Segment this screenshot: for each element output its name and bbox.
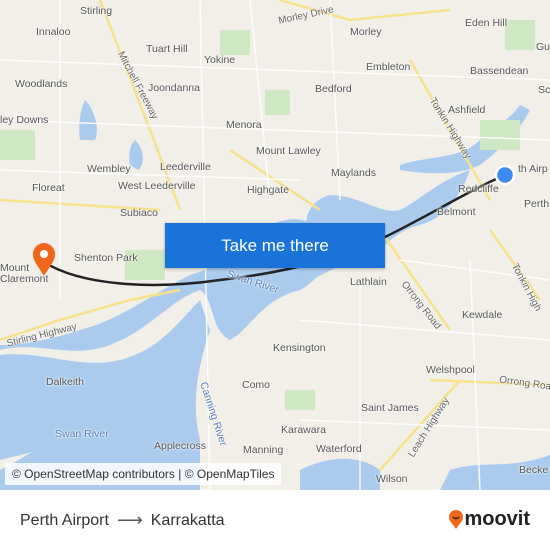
map-label: Bassendean (470, 65, 529, 77)
destination-name: Karrakatta (150, 511, 225, 529)
map-label: Floreat (32, 182, 65, 194)
map-label: Sc (538, 84, 550, 96)
map-label: West Leederville (118, 180, 196, 192)
moovit-pin-icon (449, 509, 464, 529)
arrow-right-icon: ⟶ (116, 510, 143, 530)
map-label: Manning (243, 444, 284, 456)
map-label: Ashfield (448, 104, 486, 116)
map-label: th Airp (518, 163, 548, 175)
map-label: Perth (524, 198, 550, 210)
map-label: Wilson (376, 473, 408, 485)
map-label: Tuart Hill (146, 43, 188, 55)
map-label: Waterford (316, 443, 362, 455)
map-label: Subiaco (120, 207, 158, 219)
map-label: Becke (519, 464, 549, 476)
map-label: Maylands (331, 167, 376, 179)
map-label: Saint James (361, 402, 419, 414)
map-label: Innaloo (36, 26, 71, 38)
route-summary: Perth Airport ⟶ Karrakatta (20, 510, 225, 531)
map-label: Dalkeith (46, 376, 84, 388)
map-label: Redcliffe (458, 183, 499, 195)
map-label: Belmont (437, 206, 476, 218)
map-label: Kewdale (462, 309, 503, 321)
map-label: Wembley (87, 163, 131, 175)
map-label: ley Downs (0, 114, 49, 126)
map-label: Woodlands (15, 78, 68, 90)
map-label: Applecross (154, 440, 206, 452)
moovit-logo: moovit (448, 508, 530, 531)
map-label: Karawara (281, 424, 326, 436)
map-label: Menora (226, 119, 262, 131)
map-label: Welshpool (426, 364, 475, 376)
map-label: Como (242, 379, 271, 391)
map-label: Bedford (315, 83, 352, 95)
map-label: Yokine (204, 54, 236, 66)
map-attribution[interactable]: © OpenStreetMap contributors | © OpenMap… (5, 463, 282, 485)
map-label: Highgate (247, 184, 290, 196)
map-label: Stirling (80, 5, 113, 17)
map-label: Gu (536, 41, 550, 53)
map-label: Mount Claremont (0, 262, 49, 285)
take-me-there-button[interactable]: Take me there (165, 223, 385, 268)
map-label: Lathlain (350, 276, 387, 288)
map-label: Morley (350, 26, 382, 38)
water-label: Swan River (55, 428, 109, 440)
origin-name: Perth Airport (20, 511, 109, 529)
origin-marker[interactable] (494, 164, 516, 186)
map-label: Kensington (273, 342, 326, 354)
map-label: Leederville (160, 161, 211, 173)
map-label: Joondanna (148, 82, 200, 94)
map-label: Eden Hill (465, 17, 508, 29)
map[interactable]: Stirling Innaloo Woodlands ley Downs Tua… (0, 0, 550, 490)
map-label: Shenton Park (74, 252, 138, 264)
map-label: Embleton (366, 61, 411, 73)
map-label: Mount Lawley (256, 145, 321, 157)
